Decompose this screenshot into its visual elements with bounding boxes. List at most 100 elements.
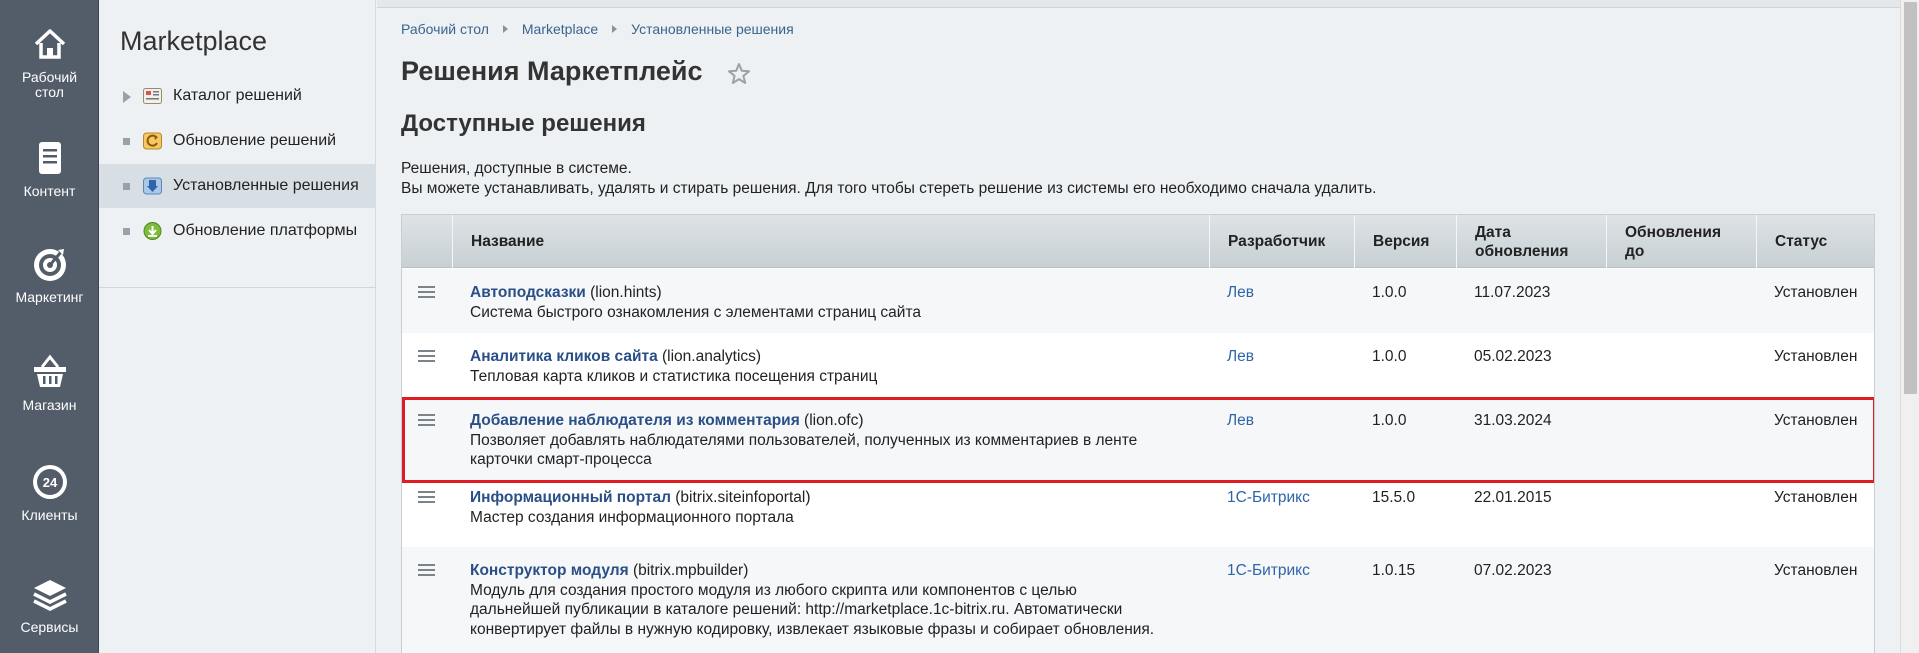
rail-label-desktop: Рабочий стол — [21, 69, 78, 100]
header-actions — [402, 215, 452, 268]
table-row: Аналитика кликов сайта (lion.analytics) … — [402, 333, 1874, 397]
scrollbar-thumb[interactable] — [1904, 2, 1917, 394]
home-icon — [34, 29, 65, 59]
sidebar-item-update-solutions[interactable]: Обновление решений — [99, 119, 376, 163]
solution-name-link[interactable]: Аналитика кликов сайта — [470, 348, 658, 365]
solution-code: (lion.analytics) — [657, 348, 762, 365]
header-updates-until[interactable]: Обновления до — [1606, 215, 1756, 268]
breadcrumb-installed[interactable]: Установленные решения — [631, 21, 794, 37]
breadcrumb-arrow-icon — [502, 25, 508, 33]
table-row: Автоподсказки (lion.hints) Система быстр… — [402, 269, 1874, 333]
top-bar-edge — [377, 0, 1919, 8]
header-text: обновления — [1475, 242, 1569, 260]
solutions-table: Название Разработчик Версия Дата обновлен… — [401, 214, 1875, 653]
description-line: Вы можете устанавливать, удалять и стира… — [401, 180, 1377, 197]
solution-name-link[interactable]: Конструктор модуля — [470, 562, 629, 579]
header-text: до — [1625, 242, 1645, 260]
breadcrumb: Рабочий стол Marketplace Установленные реш… — [401, 21, 794, 37]
favorite-star-icon[interactable] — [726, 61, 752, 87]
developer-link[interactable]: 1С-Битрикс — [1227, 561, 1310, 581]
solution-cell: Добавление наблюдателя из комментария (l… — [470, 411, 1200, 470]
rail-label-marketing: Маркетинг — [15, 289, 84, 305]
row-menu-icon[interactable] — [418, 491, 435, 504]
update-date-value: 22.01.2015 — [1474, 489, 1552, 506]
table-row: Информационный портал (bitrix.siteinfopo… — [402, 483, 1874, 547]
developer-link[interactable]: Лев — [1227, 411, 1254, 431]
header-status-label: Статус — [1775, 233, 1828, 250]
basket-icon — [33, 354, 66, 387]
table-row: Конструктор модуля (bitrix.mpbuilder) Мо… — [402, 547, 1874, 653]
header-update-date[interactable]: Дата обновления — [1456, 215, 1606, 268]
header-status[interactable]: Статус — [1756, 215, 1874, 268]
update-date-value: 11.07.2023 — [1474, 284, 1551, 301]
header-update-date-label: Дата обновления — [1475, 223, 1568, 261]
solution-cell: Информационный портал (bitrix.siteinfopo… — [470, 488, 1200, 527]
rail-item-desktop[interactable]: Рабочий стол — [0, 24, 99, 100]
sidebar-item-label: Установленные решения — [173, 177, 359, 194]
rail-label-services: Сервисы — [20, 619, 79, 635]
version-value: 1.0.0 — [1372, 284, 1407, 301]
rail-label-clients: Клиенты — [21, 507, 78, 523]
update-date-value: 07.02.2023 — [1474, 562, 1552, 579]
status-value: Установлен — [1774, 412, 1858, 429]
solution-name-link[interactable]: Автоподсказки — [470, 284, 586, 301]
header-name[interactable]: Название — [452, 215, 1209, 268]
sidebar-item-catalog[interactable]: Каталог решений — [99, 74, 376, 118]
bullet-icon — [123, 138, 130, 145]
row-menu-icon[interactable] — [418, 414, 435, 427]
solution-cell: Аналитика кликов сайта (lion.analytics) … — [470, 347, 1200, 386]
rail-item-shop[interactable]: Магазин — [0, 352, 99, 413]
header-text: Дата — [1475, 223, 1511, 241]
rail-label-shop: Магазин — [22, 397, 77, 413]
breadcrumb-arrow-icon — [612, 25, 618, 33]
solution-cell: Автоподсказки (lion.hints) Система быстр… — [470, 283, 1200, 322]
update-date-value: 31.03.2024 — [1474, 412, 1552, 429]
table-header: Название Разработчик Версия Дата обновлен… — [402, 215, 1874, 268]
rail-item-services[interactable]: Сервисы — [0, 574, 99, 635]
sidebar-item-installed-solutions[interactable]: Установленные решения — [99, 164, 376, 208]
version-value: 1.0.15 — [1372, 562, 1416, 579]
expand-arrow-icon[interactable] — [123, 91, 131, 103]
section-heading: Доступные решения — [401, 110, 646, 137]
solution-description: Система быстрого ознакомления с элемента… — [470, 303, 921, 321]
clients-24-icon: 24 — [32, 465, 67, 499]
breadcrumb-desktop[interactable]: Рабочий стол — [401, 21, 489, 37]
clients-badge-text: 24 — [42, 475, 57, 490]
main-menu-rail: Рабочий стол Контент Маркетинг Магазин 2… — [0, 0, 99, 653]
bullet-icon — [123, 228, 130, 235]
row-menu-icon[interactable] — [418, 350, 435, 363]
breadcrumb-marketplace[interactable]: Marketplace — [522, 21, 598, 37]
developer-link[interactable]: Лев — [1227, 283, 1254, 303]
solution-description: Мастер создания информационного портала — [470, 508, 794, 526]
section-sidebar: Marketplace Каталог решений Обновление р… — [99, 0, 376, 653]
solution-name-link[interactable]: Информационный портал — [470, 489, 671, 506]
developer-link[interactable]: 1С-Битрикс — [1227, 488, 1310, 508]
update-date-value: 05.02.2023 — [1474, 348, 1552, 365]
solution-code: (lion.ofc) — [799, 412, 864, 429]
main-content: Рабочий стол Marketplace Установленные реш… — [377, 0, 1919, 653]
installed-solutions-icon — [143, 177, 162, 195]
header-text: Обновления — [1625, 223, 1721, 241]
rail-item-marketing[interactable]: Маркетинг — [0, 244, 99, 305]
version-value: 15.5.0 — [1372, 489, 1416, 506]
sidebar-divider — [99, 287, 376, 288]
developer-link[interactable]: Лев — [1227, 347, 1254, 367]
rail-label-content: Контент — [23, 183, 76, 199]
header-developer[interactable]: Разработчик — [1209, 215, 1354, 268]
status-value: Установлен — [1774, 284, 1858, 301]
solution-code: (lion.hints) — [585, 284, 662, 301]
row-menu-icon[interactable] — [418, 286, 435, 299]
sidebar-item-platform-update[interactable]: Обновление платформы — [99, 209, 376, 253]
sidebar-item-label: Обновление решений — [173, 132, 337, 149]
solution-description: Позволяет добавлять наблюдателями пользо… — [470, 431, 1138, 449]
solution-description: конвертирует файлы в нужную кодировку, и… — [470, 620, 1155, 638]
vertical-scrollbar[interactable] — [1900, 0, 1919, 653]
rail-item-content[interactable]: Контент — [0, 138, 99, 199]
sidebar-item-label: Каталог решений — [173, 87, 302, 104]
solution-cell: Конструктор модуля (bitrix.mpbuilder) Мо… — [470, 561, 1210, 639]
rail-item-clients[interactable]: 24 Клиенты — [0, 462, 99, 523]
row-menu-icon[interactable] — [418, 564, 435, 577]
solution-name-link[interactable]: Добавление наблюдателя из комментария — [470, 412, 800, 429]
header-version[interactable]: Версия — [1354, 215, 1456, 268]
table-row-highlighted: Добавление наблюдателя из комментария (l… — [402, 397, 1874, 483]
